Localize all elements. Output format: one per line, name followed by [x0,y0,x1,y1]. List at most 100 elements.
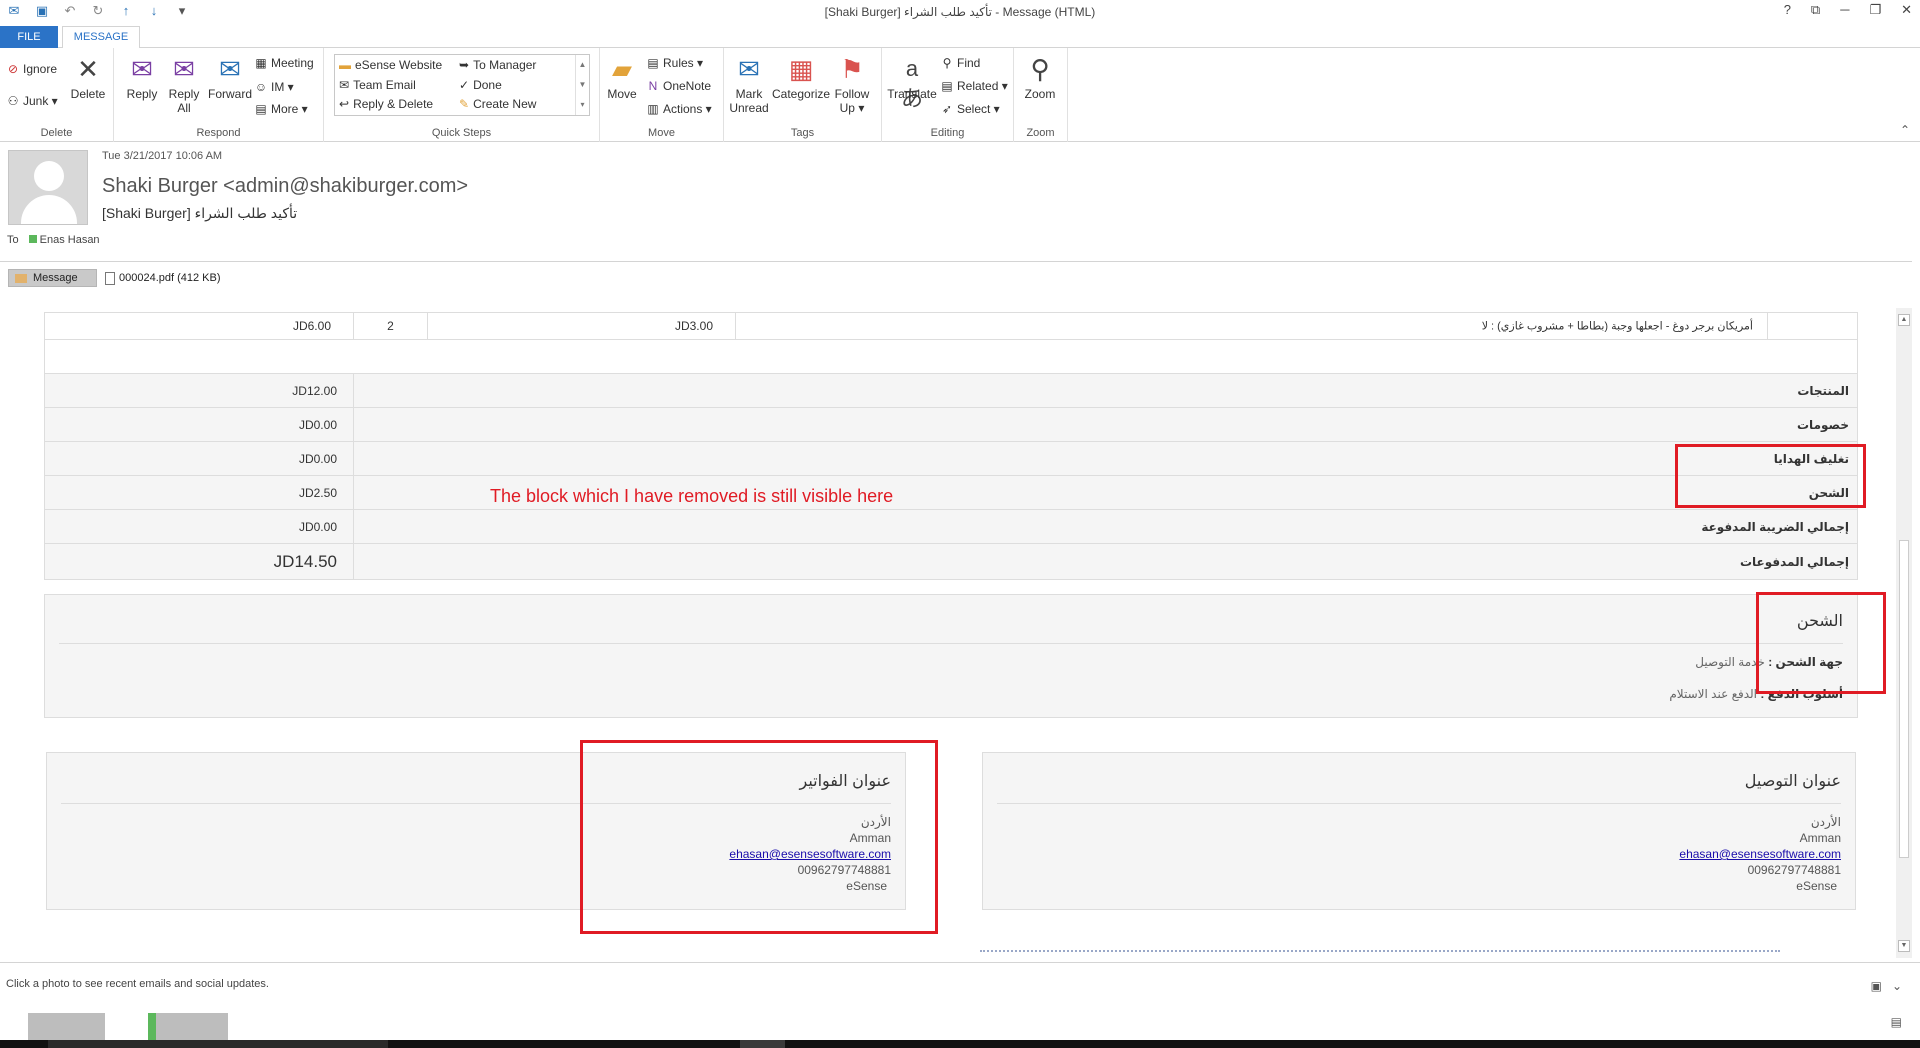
reply-button[interactable]: ✉ Reply [122,54,162,101]
table-row: JD0.00 خصومات [44,408,1858,442]
address-line: Amman [1799,831,1841,845]
message-body: JD6.00 2 JD3.00 أمريكان برجر دوغ - اجعله… [0,308,1896,958]
vertical-scrollbar[interactable]: ▲ ▼ [1896,308,1912,958]
tab-message[interactable]: MESSAGE [62,26,140,49]
table-row: JD0.00 إجمالي الضريبة المدفوعة [44,510,1858,544]
quick-step-esense-website[interactable]: ▬ eSense Website [339,58,442,72]
rules-button[interactable]: ▤ Rules ▾ [646,56,703,70]
im-button[interactable]: ☺ IM ▾ [254,80,294,94]
forward-button[interactable]: ✉ Forward [206,54,254,101]
window-controls: ? ⧉ ─ ❐ ✕ [1784,2,1912,18]
annotation-box [580,740,938,934]
restore-icon[interactable]: ❐ [1869,2,1881,18]
annotation-box [1756,592,1886,694]
message-tab[interactable]: Message [8,269,97,287]
delivery-title: عنوان التوصيل [1744,773,1841,790]
truncated-footer-text [980,950,1780,953]
mail-icon: ✉ [339,78,350,92]
junk-button[interactable]: ⚇ Junk ▾ [6,94,58,108]
find-icon: ⚲ [942,56,952,70]
ribbon: ⊘ Ignore ⚇ Junk ▾ ✕ Delete Delete ✉ Reply ✉ R… [0,48,1920,142]
move-button[interactable]: ▰ Move [604,54,640,101]
scroll-up-icon[interactable]: ▲ [1898,314,1910,326]
contact-photo[interactable] [28,1013,105,1041]
flag-icon: ⚑ [840,54,864,84]
delete-group: ⊘ Ignore ⚇ Junk ▾ ✕ Delete Delete [0,48,114,142]
reply-all-icon: ✉ [173,54,195,84]
actions-button[interactable]: ▥ Actions ▾ [646,102,711,116]
message-subject: [Shaki Burger] تأكيد طلب الشراء [102,205,298,221]
attachment-bar: Message 000024.pdf (412 KB) [8,269,221,287]
divider [59,643,1843,644]
people-add-icon[interactable]: ▤ [1891,1015,1902,1029]
delete-button[interactable]: ✕ Delete [68,54,108,101]
divider [0,261,1912,262]
move-group: ▰ Move ▤ Rules ▾ N OneNote ▥ Actions ▾ Move [600,48,724,142]
editing-group: aあ Translate ⚲ Find ▤ Related ▾ ➶ Select ▾ E… [882,48,1014,142]
folder-icon: ▰ [612,54,632,84]
divider [997,803,1841,804]
total-label: المنتجات [1797,383,1849,398]
ignore-button[interactable]: ⊘ Ignore [6,62,57,76]
quick-step-create-new[interactable]: ✎ Create New [459,97,536,111]
find-button[interactable]: ⚲ Find [940,56,981,70]
quick-step-team-email[interactable]: ✉ Team Email [339,78,416,92]
gallery-scroll[interactable]: ▲ ▼ ▾ [575,55,589,115]
window-title: [Shaki Burger] تأكيد طلب الشراء - Messag… [824,5,1096,19]
help-icon[interactable]: ? [1784,2,1791,18]
people-pane: Click a photo to see recent emails and s… [0,962,1920,1041]
quick-step-done[interactable]: ✓ Done [459,78,502,92]
related-button[interactable]: ▤ Related ▾ [940,79,1007,93]
ignore-icon: ⊘ [7,62,19,76]
ribbon-display-icon[interactable]: ⧉ [1811,2,1820,18]
follow-up-button[interactable]: ⚑ Follow Up ▾ [832,54,872,115]
onenote-button[interactable]: N OneNote [646,79,711,93]
scroll-down-icon[interactable]: ▼ [1898,940,1910,952]
scroll-thumb[interactable] [1899,540,1909,858]
message-date: Tue 3/21/2017 10:06 AM [102,150,223,162]
item-product: أمريكان برجر دوغ - اجعلها وجبة (بطاطا + … [1481,320,1753,333]
table-row: JD12.00 المنتجات [44,374,1858,408]
pdf-attachment[interactable]: 000024.pdf (412 KB) [105,271,221,285]
reply-all-button[interactable]: ✉ Reply All [164,54,204,115]
grand-total-value: JD14.50 [273,551,337,571]
forward-icon: ➥ [459,58,470,72]
ribbon-tabs: FILE MESSAGE [0,26,1920,49]
sender-avatar[interactable] [8,150,88,225]
grand-total-label: إجمالي المدفوعات [1739,554,1849,569]
categorize-button[interactable]: ▦ Categorize [772,54,830,101]
group-label: Delete [40,127,73,139]
contact-photo[interactable] [148,1013,228,1041]
total-value: JD0.00 [298,417,337,432]
recipient[interactable]: Enas Hasan [28,234,100,246]
forward-icon: ✉ [219,54,241,84]
to-label: To [7,234,19,246]
table-row: JD2.50 الشحن [44,476,1858,510]
related-icon: ▤ [941,79,953,93]
translate-button[interactable]: aあ Translate [886,54,938,111]
close-icon[interactable]: ✕ [1901,2,1912,18]
quick-step-to-manager[interactable]: ➥ To Manager [459,58,536,72]
zoom-button[interactable]: ⚲ Zoom [1020,54,1060,101]
total-label: إجمالي الضريبة المدفوعة [1701,519,1849,534]
quick-step-reply-delete[interactable]: ↩ Reply & Delete [339,97,433,111]
email-link[interactable]: ehasan@esensesoftware.com [1679,847,1841,861]
group-label: Editing [930,127,965,139]
expand-icon[interactable]: ⌄ [1892,979,1902,993]
meeting-button[interactable]: ▦ Meeting [254,56,313,70]
select-icon: ➶ [941,102,953,116]
presence-icon [28,235,37,243]
table-row: JD6.00 2 JD3.00 أمريكان برجر دوغ - اجعله… [44,312,1858,340]
tab-file[interactable]: FILE [0,26,58,48]
more-icon: ▤ [255,102,267,116]
total-value: JD2.50 [298,485,337,500]
collapse-ribbon-icon[interactable]: ⌃ [1900,123,1910,137]
group-label: Zoom [1026,127,1055,139]
people-view-icon[interactable]: ▣ [1871,979,1882,993]
meeting-icon: ▦ [255,56,267,70]
minimize-icon[interactable]: ─ [1840,2,1849,18]
more-button[interactable]: ▤ More ▾ [254,102,307,116]
sender[interactable]: Shaki Burger <admin@shakiburger.com> [102,175,468,198]
mark-unread-button[interactable]: ✉ Mark Unread [728,54,770,115]
select-button[interactable]: ➶ Select ▾ [940,102,1000,116]
